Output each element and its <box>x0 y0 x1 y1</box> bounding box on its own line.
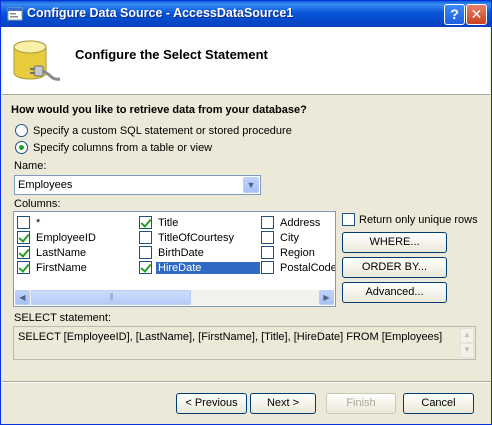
table-columns-label: Specify columns from a table or view <box>33 141 213 154</box>
unique-rows-checkbox[interactable] <box>342 213 355 226</box>
column-item-employeeid[interactable]: EmployeeID <box>17 230 98 245</box>
column-checkbox[interactable] <box>139 231 152 244</box>
table-name-value: Employees <box>18 179 73 191</box>
window-title: Configure Data Source - AccessDataSource… <box>27 6 294 20</box>
column-checkbox[interactable] <box>261 216 274 229</box>
table-columns-option[interactable]: Specify columns from a table or view <box>15 141 212 154</box>
column-label: EmployeeID <box>36 231 96 244</box>
database-icon <box>13 40 61 81</box>
unique-rows-label: Return only unique rows <box>359 213 478 226</box>
finish-button: Finish <box>326 393 396 414</box>
column-item-birthdate[interactable]: BirthDate <box>139 245 206 260</box>
select-statement-label: SELECT statement: <box>14 312 112 324</box>
previous-button[interactable]: < Previous <box>176 393 247 414</box>
column-item-city[interactable]: City <box>261 230 301 245</box>
column-item-lastname[interactable]: LastName <box>17 245 88 260</box>
column-label: Region <box>280 246 315 259</box>
help-button[interactable]: ? <box>444 4 465 25</box>
columns-label: Columns: <box>14 198 61 210</box>
custom-sql-label: Specify a custom SQL statement or stored… <box>33 124 292 137</box>
form-icon <box>7 7 23 21</box>
column-checkbox[interactable] <box>17 231 30 244</box>
column-label: Address <box>280 216 321 229</box>
cancel-button[interactable]: Cancel <box>403 393 474 414</box>
horizontal-scrollbar[interactable]: ◀ ||| ▶ <box>15 290 334 305</box>
column-checkbox[interactable] <box>139 216 152 229</box>
column-checkbox[interactable] <box>261 231 274 244</box>
column-label: TitleOfCourtesy <box>158 231 235 244</box>
table-name-dropdown[interactable]: Employees ▼ <box>14 175 261 195</box>
column-checkbox[interactable] <box>261 246 274 259</box>
title-bar[interactable]: Configure Data Source - AccessDataSource… <box>1 1 491 27</box>
column-item-postalcode[interactable]: PostalCode <box>261 260 336 275</box>
scrollbar-thumb[interactable]: ||| <box>31 290 191 305</box>
advanced-button[interactable]: Advanced... <box>342 282 447 303</box>
close-button[interactable]: ✕ <box>466 4 487 25</box>
where-button[interactable]: WHERE... <box>342 232 447 253</box>
column-checkbox[interactable] <box>261 261 274 274</box>
column-item-titleofcourtesy[interactable]: TitleOfCourtesy <box>139 230 236 245</box>
scroll-up-icon[interactable]: ▲ <box>460 328 474 343</box>
column-label: * <box>36 216 41 229</box>
column-label: City <box>280 231 299 244</box>
column-label: PostalCode <box>280 261 336 274</box>
vertical-scrollbar[interactable]: ▲ ▼ <box>460 328 474 358</box>
wizard-header: Configure the Select Statement <box>2 27 490 95</box>
column-item-hiredate[interactable]: HireDate <box>139 260 260 275</box>
dialog-window: Configure Data Source - AccessDataSource… <box>0 0 492 425</box>
column-checkbox[interactable] <box>139 246 152 259</box>
scroll-down-icon[interactable]: ▼ <box>460 343 474 358</box>
next-button[interactable]: Next > <box>250 393 316 414</box>
page-title: Configure the Select Statement <box>75 47 268 62</box>
columns-list[interactable]: * EmployeeID LastName FirstName Title Ti… <box>13 211 336 307</box>
column-item-title[interactable]: Title <box>139 215 180 230</box>
column-checkbox[interactable] <box>17 216 30 229</box>
column-label: BirthDate <box>158 246 204 259</box>
column-checkbox[interactable] <box>17 246 30 259</box>
table-columns-radio[interactable] <box>15 141 28 154</box>
chevron-down-icon[interactable]: ▼ <box>243 177 259 193</box>
column-item-firstname[interactable]: FirstName <box>17 260 89 275</box>
custom-sql-radio[interactable] <box>15 124 28 137</box>
select-statement-box[interactable]: SELECT [EmployeeID], [LastName], [FirstN… <box>13 326 476 360</box>
select-statement-text: SELECT [EmployeeID], [LastName], [FirstN… <box>18 331 443 343</box>
name-label: Name: <box>14 160 47 172</box>
column-label: LastName <box>36 246 87 259</box>
column-checkbox[interactable] <box>17 261 30 274</box>
unique-rows-option[interactable]: Return only unique rows <box>342 213 478 226</box>
scroll-left-icon[interactable]: ◀ <box>15 290 30 305</box>
custom-sql-option[interactable]: Specify a custom SQL statement or stored… <box>15 124 292 137</box>
order-by-button[interactable]: ORDER BY... <box>342 257 447 278</box>
column-item-address[interactable]: Address <box>261 215 322 230</box>
retrieve-question: How would you like to retrieve data from… <box>11 104 307 116</box>
footer-divider <box>2 381 490 383</box>
column-item-region[interactable]: Region <box>261 245 317 260</box>
column-checkbox[interactable] <box>139 261 152 274</box>
scroll-right-icon[interactable]: ▶ <box>319 290 334 305</box>
column-label: FirstName <box>36 261 87 274</box>
column-item-star[interactable]: * <box>17 215 42 230</box>
column-label: Title <box>158 216 179 229</box>
column-label: HireDate <box>156 261 260 274</box>
